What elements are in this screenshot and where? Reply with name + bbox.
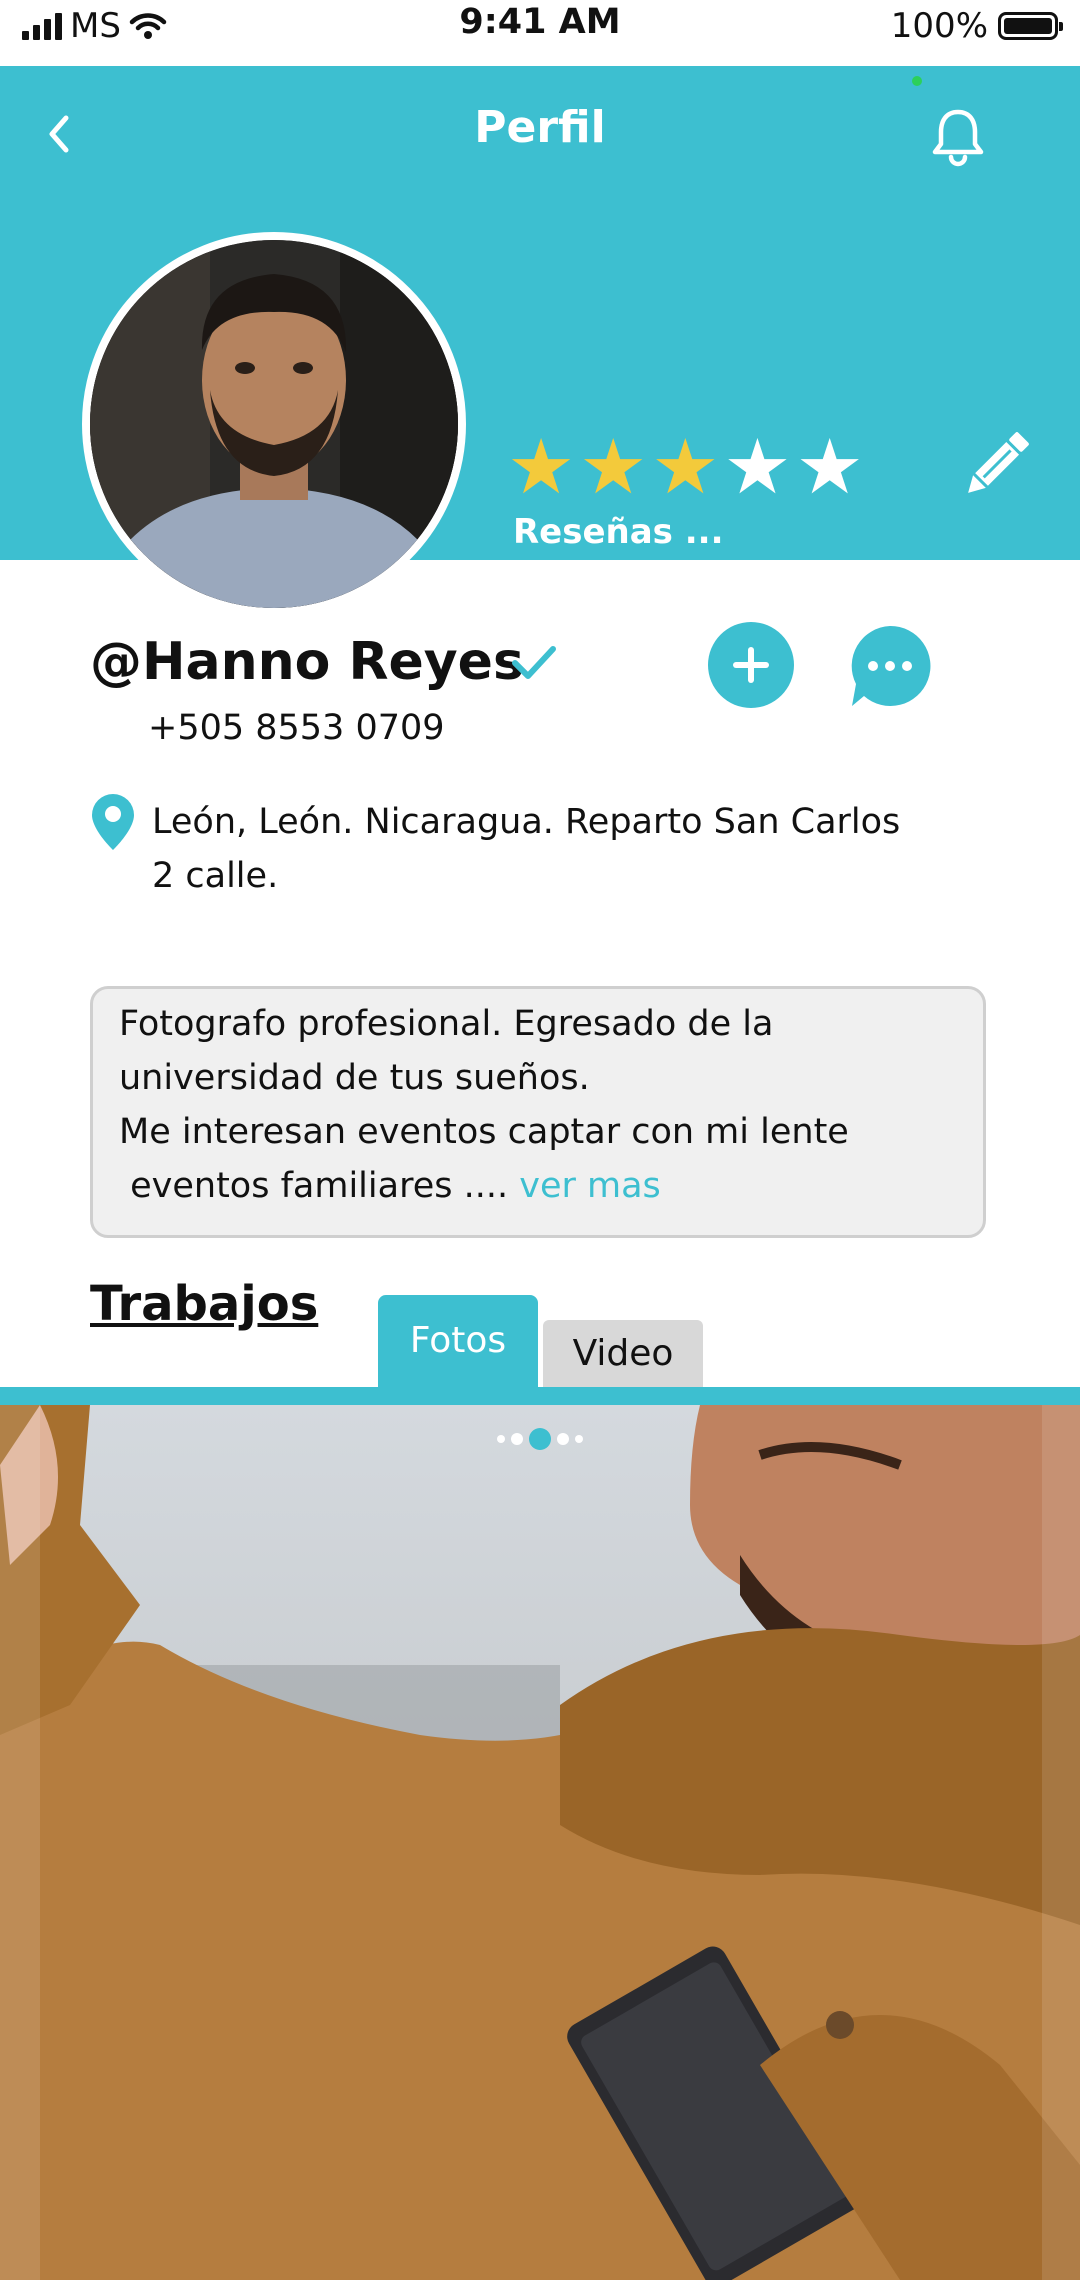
address-line: 2 calle.: [152, 856, 279, 896]
page-title: Perfil: [474, 102, 606, 153]
star-icon: ★: [795, 422, 864, 511]
address-line: León, León. Nicaragua. Reparto San Carlo…: [152, 802, 901, 842]
rating-stars[interactable]: ★ ★ ★ ★ ★: [507, 429, 864, 505]
carousel-dot[interactable]: [511, 1433, 523, 1445]
phone-number: +505 8553 0709: [148, 708, 445, 748]
carousel-dots: [0, 1428, 1080, 1450]
address: León, León. Nicaragua. Reparto San Carlo…: [152, 795, 952, 903]
gallery-photo: [0, 1405, 1080, 2280]
bio-line: Fotografo profesional. Egresado de la: [119, 1004, 774, 1044]
bio-line-last: eventos familiares .... ver mas: [119, 1159, 957, 1213]
status-right: 100%: [890, 6, 1063, 46]
bell-icon[interactable]: [925, 104, 991, 170]
bio-line: eventos familiares ....: [119, 1166, 509, 1206]
avatar[interactable]: [82, 232, 466, 616]
star-icon: ★: [579, 422, 648, 511]
carousel-dot[interactable]: [557, 1433, 569, 1445]
status-bar: MS 9:41 AM 100%: [0, 0, 1080, 66]
tab-photos[interactable]: Fotos: [378, 1295, 538, 1387]
star-icon: ★: [507, 422, 576, 511]
star-icon: ★: [651, 422, 720, 511]
battery-icon: [998, 12, 1063, 40]
battery-percent: 100%: [890, 6, 988, 46]
bio-line: universidad de tus sueños.: [119, 1058, 590, 1098]
edit-icon[interactable]: [955, 426, 1035, 506]
see-more-link[interactable]: ver mas: [519, 1166, 661, 1206]
bio-box: Fotografo profesional. Egresado de la un…: [90, 986, 986, 1238]
bio-line: Me interesan eventos captar con mi lente: [119, 1112, 849, 1152]
carousel-dot[interactable]: [575, 1435, 583, 1443]
verified-icon: [512, 646, 556, 679]
reviews-link[interactable]: Reseñas ...: [513, 512, 724, 552]
username: @Hanno Reyes: [90, 632, 524, 692]
star-icon: ★: [723, 422, 792, 511]
tab-video[interactable]: Video: [543, 1320, 703, 1387]
photo-gallery[interactable]: [0, 1405, 1080, 2280]
notification-dot: [912, 76, 922, 86]
tab-underline: [0, 1387, 1080, 1405]
avatar-photo: [90, 240, 458, 608]
carousel-dot[interactable]: [497, 1435, 505, 1443]
add-icon[interactable]: [708, 622, 794, 708]
works-title: Trabajos: [90, 1276, 319, 1332]
carousel-dot[interactable]: [529, 1428, 551, 1450]
chat-icon[interactable]: [846, 622, 934, 710]
location-icon: [92, 794, 134, 850]
